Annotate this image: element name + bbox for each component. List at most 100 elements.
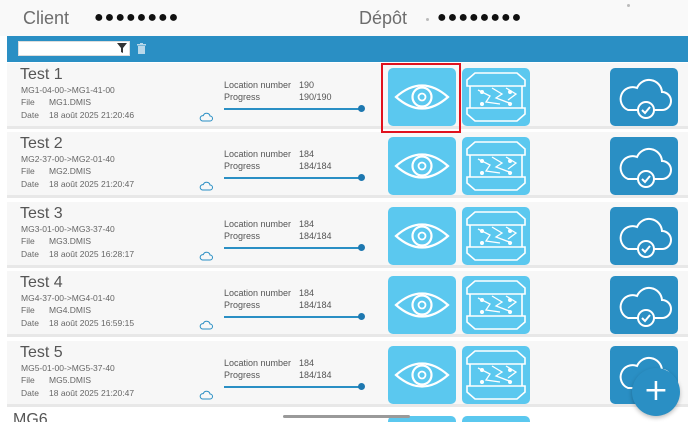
progress-knob (358, 383, 365, 390)
progress-bar (224, 177, 362, 179)
location-label: Location number (224, 149, 292, 159)
part-scan-button[interactable] (462, 137, 530, 195)
progress-bar (224, 316, 362, 318)
plus-icon: + (643, 373, 669, 408)
progress-value: 184/184 (299, 300, 332, 310)
cloud-status-icon (199, 181, 213, 191)
progress-knob (358, 313, 365, 320)
part-scan-button[interactable] (462, 207, 530, 265)
row-title: Test 1 (20, 66, 63, 83)
row-file: MG3.DMIS (49, 236, 92, 246)
eye-icon (394, 362, 450, 388)
test-row[interactable]: Test 4 MG4-37-00->MG4-01-40 File MG4.DMI… (7, 271, 688, 337)
row-date: 18 août 2025 21:20:46 (49, 110, 135, 120)
part-scan-icon (466, 350, 526, 400)
progress-label: Progress (224, 231, 261, 241)
part-scan-button[interactable] (462, 68, 530, 126)
row-date-label: Date (21, 249, 39, 259)
cloud-check-icon (619, 147, 672, 188)
add-button[interactable]: + (632, 368, 680, 416)
separator-dot (426, 18, 429, 21)
part-scan-icon (466, 141, 526, 191)
row-file-label: File (21, 236, 35, 246)
cloud-check-icon (619, 286, 672, 327)
row-date-label: Date (21, 388, 39, 398)
row-route: MG5-01-00->MG5-37-40 (21, 363, 115, 373)
eye-icon (394, 223, 450, 249)
row-date: 18 août 2025 21:20:47 (49, 179, 135, 189)
sync-cloud-button[interactable] (610, 137, 678, 195)
row-date-label: Date (21, 110, 39, 120)
part-scan-icon (466, 72, 526, 122)
row-date: 18 août 2025 21:20:47 (49, 388, 135, 398)
location-value: 184 (299, 358, 315, 368)
row-title: Test 4 (20, 274, 63, 291)
view-button[interactable] (388, 207, 456, 265)
view-button[interactable] (388, 346, 456, 404)
location-label: Location number (224, 219, 292, 229)
row-file-label: File (21, 375, 35, 385)
test-row[interactable]: Test 5 MG5-01-00->MG5-37-40 File MG5.DMI… (7, 341, 688, 407)
part-scan-button[interactable] (462, 276, 530, 334)
part-scan-icon (466, 280, 526, 330)
row-file: MG4.DMIS (49, 305, 92, 315)
row-route: MG1-04-00->MG1-41-00 (21, 85, 115, 95)
partial-part-button[interactable] (462, 416, 530, 422)
depot-label: Dépôt (359, 8, 408, 28)
location-label: Location number (224, 80, 292, 90)
eye-icon (394, 153, 450, 179)
row-file: MG1.DMIS (49, 97, 92, 107)
row-date-label: Date (21, 318, 39, 328)
test-row[interactable]: Test 1 MG1-04-00->MG1-41-00 File MG1.DMI… (7, 63, 688, 129)
progress-knob (358, 105, 365, 112)
location-label: Location number (224, 358, 292, 368)
status-dot (627, 4, 630, 7)
sync-cloud-button[interactable] (610, 276, 678, 334)
partial-row-title: MG6 (13, 411, 48, 422)
cloud-status-icon (199, 390, 213, 400)
test-row[interactable]: Test 2 MG2-37-00->MG2-01-40 File MG2.DMI… (7, 132, 688, 198)
progress-label: Progress (224, 92, 261, 102)
row-file: MG2.DMIS (49, 166, 92, 176)
row-date-label: Date (21, 179, 39, 189)
row-date: 18 août 2025 16:59:15 (49, 318, 135, 328)
filter-bar (7, 36, 688, 62)
location-value: 190 (299, 80, 315, 90)
row-file-label: File (21, 97, 35, 107)
sync-cloud-button[interactable] (610, 68, 678, 126)
location-label: Location number (224, 288, 292, 298)
location-value: 184 (299, 149, 315, 159)
row-route: MG3-01-00->MG3-37-40 (21, 224, 115, 234)
progress-label: Progress (224, 370, 261, 380)
search-input[interactable] (18, 41, 130, 56)
progress-label: Progress (224, 300, 261, 310)
progress-bar (224, 247, 362, 249)
trash-icon[interactable] (137, 43, 146, 54)
part-scan-button[interactable] (462, 346, 530, 404)
view-button[interactable] (388, 137, 456, 195)
location-value: 184 (299, 288, 315, 298)
progress-value: 184/184 (299, 161, 332, 171)
cloud-check-icon (619, 78, 672, 119)
progress-value: 190/190 (299, 92, 332, 102)
eye-icon (394, 292, 450, 318)
row-title: Test 3 (20, 205, 63, 222)
row-route: MG2-37-00->MG2-01-40 (21, 154, 115, 164)
filter-icon[interactable] (117, 43, 127, 53)
cloud-check-icon (619, 217, 672, 258)
progress-value: 184/184 (299, 231, 332, 241)
row-title: Test 5 (20, 344, 63, 361)
progress-knob (358, 174, 365, 181)
row-date: 18 août 2025 16:28:17 (49, 249, 135, 259)
client-value: ●●●●●●●● (94, 9, 180, 26)
progress-bar (224, 386, 362, 388)
depot-value: ●●●●●●●● (437, 9, 523, 26)
cloud-status-icon (199, 112, 213, 122)
sync-cloud-button[interactable] (610, 207, 678, 265)
test-row[interactable]: Test 3 MG3-01-00->MG3-37-40 File MG3.DMI… (7, 202, 688, 268)
progress-value: 184/184 (299, 370, 332, 380)
view-button[interactable] (388, 276, 456, 334)
part-scan-icon (466, 211, 526, 261)
row-file: MG5.DMIS (49, 375, 92, 385)
scrollbar[interactable] (283, 415, 410, 418)
